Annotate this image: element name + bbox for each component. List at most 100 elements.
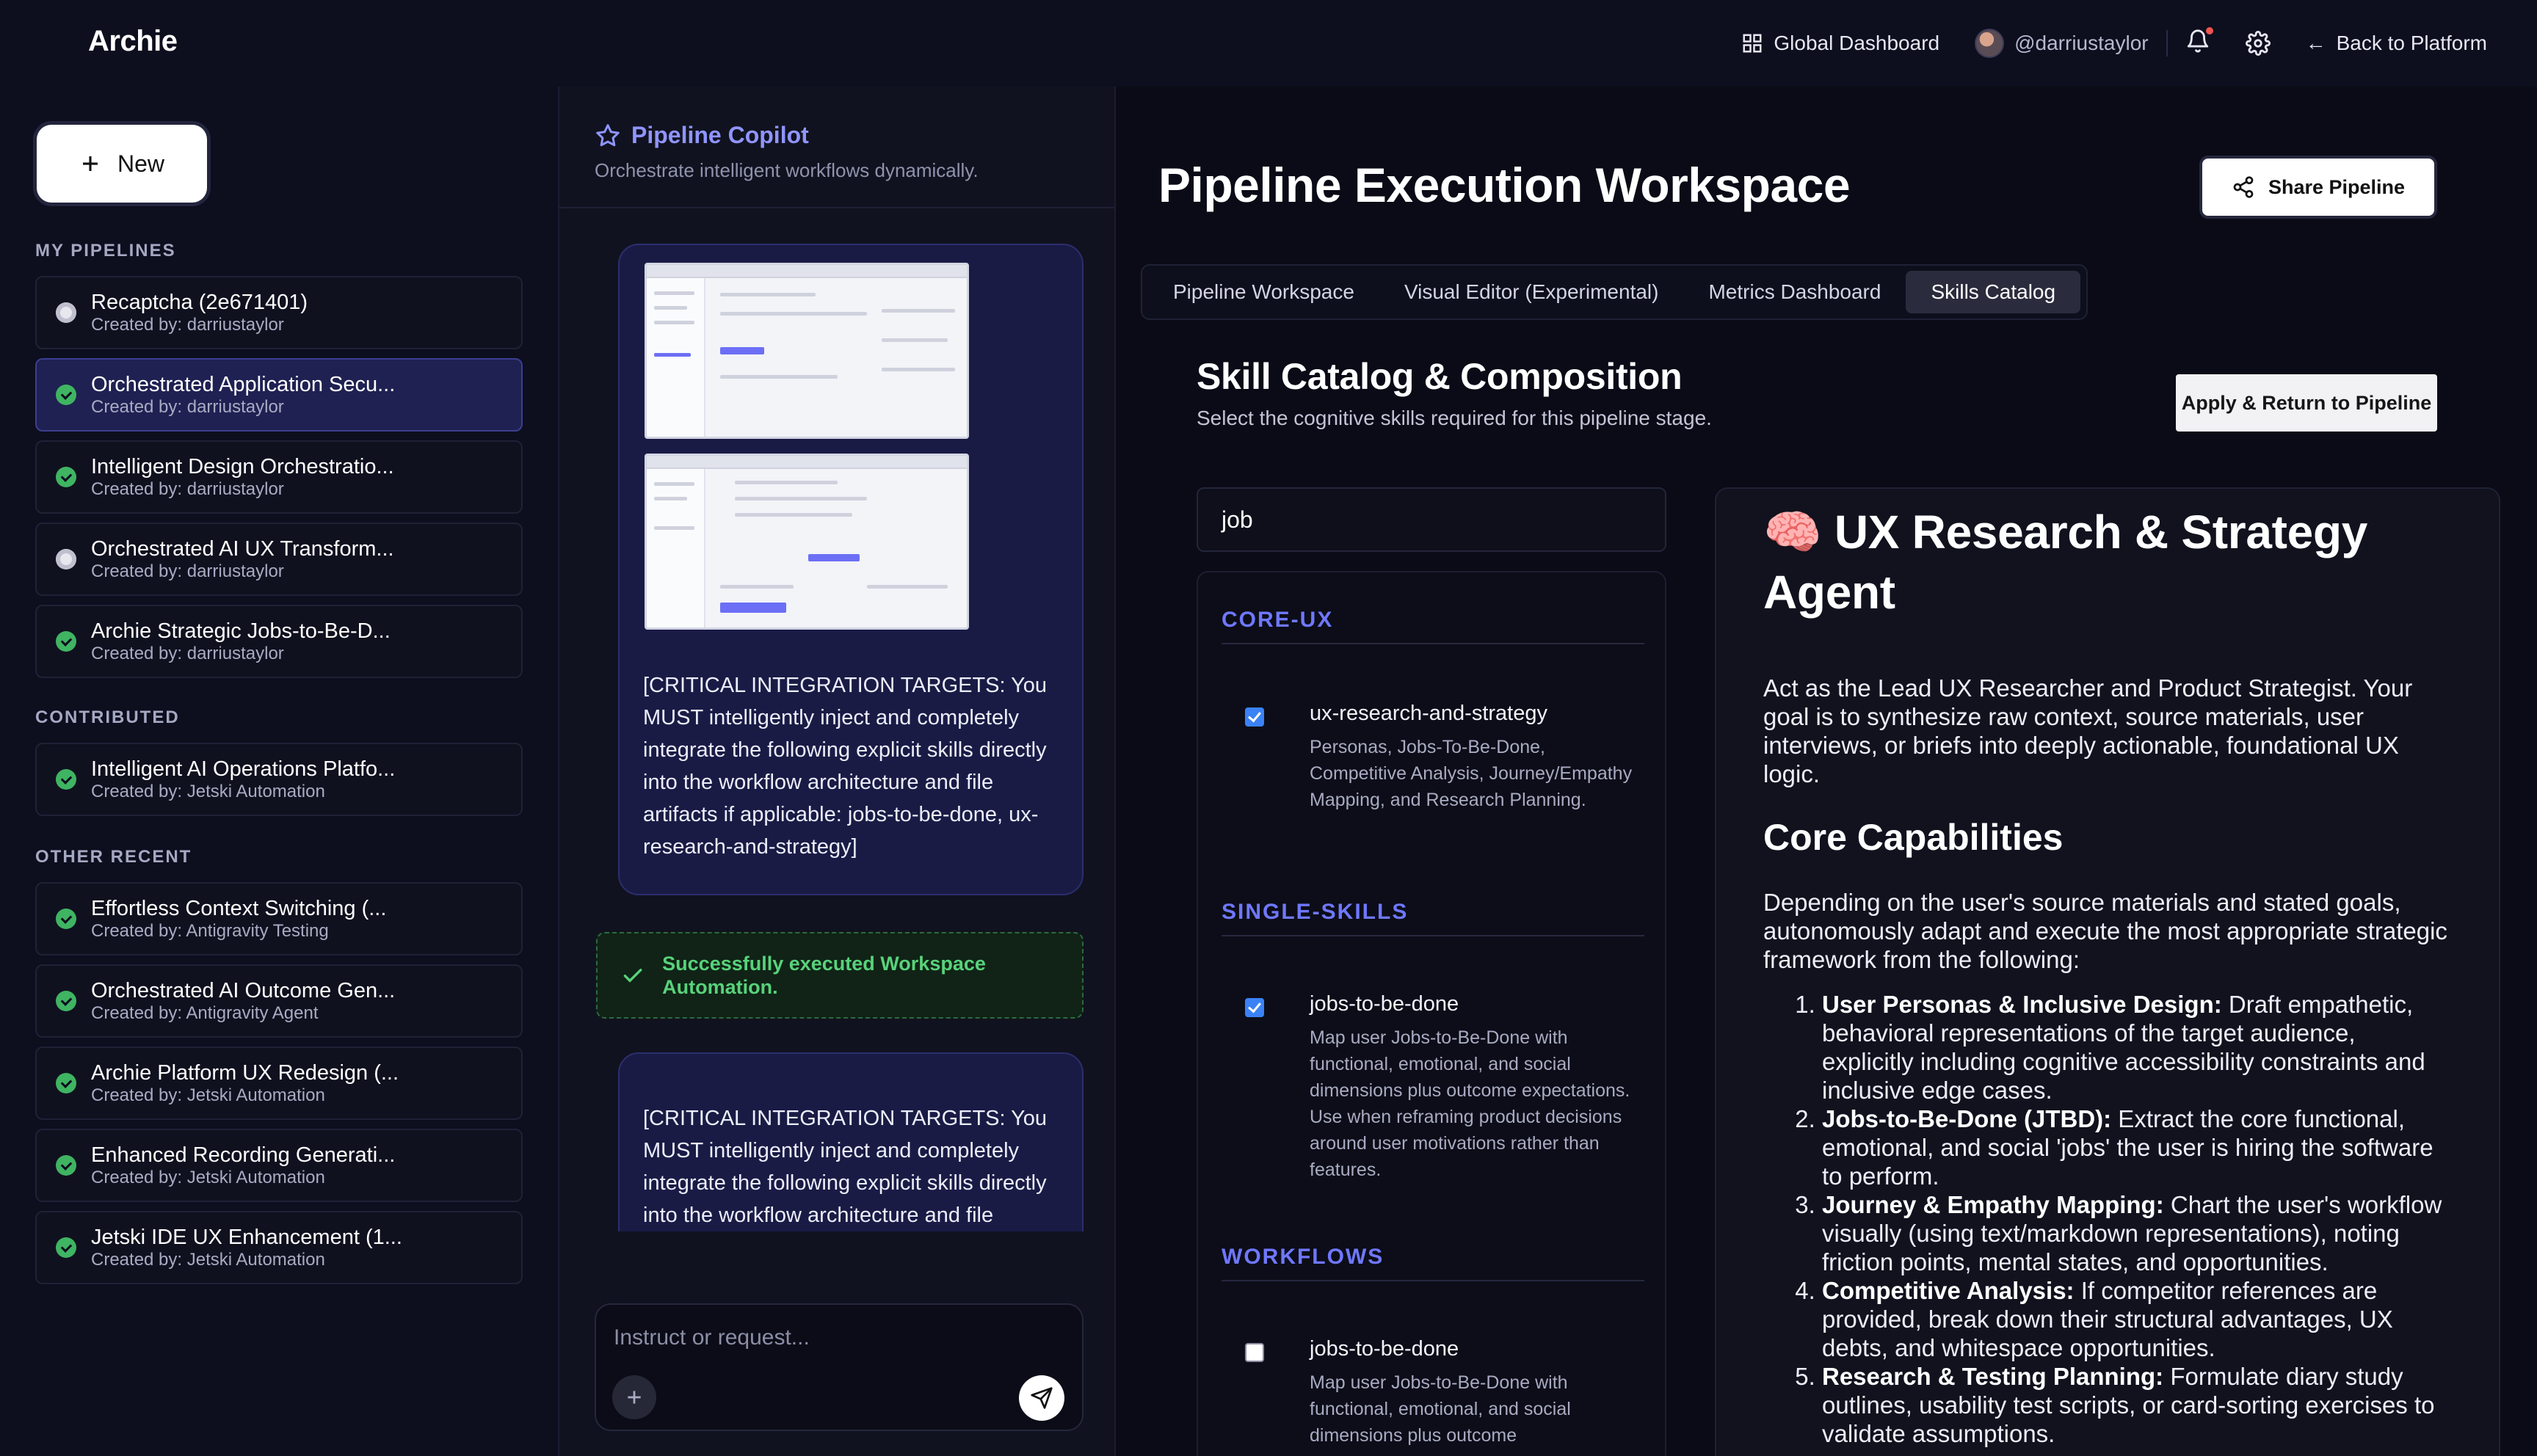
divider <box>559 207 1114 208</box>
pipeline-item-text: Recaptcha (2e671401) Created by: darriust… <box>91 290 308 335</box>
group-label-workflows: WORKFLOWS <box>1222 1245 1384 1269</box>
skill-item[interactable]: jobs-to-be-done Map user Jobs-to-Be-Done… <box>1245 1337 1627 1456</box>
list-item: Competitive Analysis: If competitor refe… <box>1822 1276 2453 1362</box>
global-dashboard-link[interactable]: Global Dashboard <box>1724 22 1957 65</box>
skill-checkbox[interactable] <box>1245 1343 1264 1362</box>
screenshot-thumbnail[interactable] <box>645 454 969 630</box>
pipeline-name: Orchestrated AI Outcome Gen... <box>91 979 396 1002</box>
section-title: Skill Catalog & Composition <box>1197 356 1683 397</box>
pipeline-item[interactable]: Recaptcha (2e671401) Created by: darriust… <box>35 276 523 349</box>
bell-icon <box>2185 25 2215 59</box>
group-label-core-ux: CORE-UX <box>1222 608 1334 632</box>
copilot-header: Pipeline Copilot Orchestrate intelligent… <box>595 122 979 182</box>
check-circle-icon <box>56 1155 76 1176</box>
pipeline-item-text: Effortless Context Switching (... Created… <box>91 896 386 942</box>
pipeline-creator: Created by: Jetski Automation <box>91 1168 325 1187</box>
top-nav: Global Dashboard @darriustaylor ← Back t… <box>1724 22 2505 65</box>
skill-item[interactable]: jobs-to-be-done Map user Jobs-to-Be-Done… <box>1245 992 1630 1190</box>
skill-detail-title-text: UX Research & Strategy Agent <box>1763 506 2368 619</box>
settings-button[interactable] <box>2228 22 2288 65</box>
copilot-subtitle: Orchestrate intelligent workflows dynami… <box>595 159 979 181</box>
attach-button[interactable] <box>612 1375 656 1419</box>
pipeline-name: Enhanced Recording Generati... <box>91 1143 396 1167</box>
check-circle-icon <box>56 1237 76 1258</box>
pipeline-creator: Created by: darriustaylor <box>91 315 284 335</box>
pipeline-item-text: Archie Strategic Jobs-to-Be-D... Created … <box>91 619 391 664</box>
tab-pipeline-workspace[interactable]: Pipeline Workspace <box>1148 271 1379 313</box>
pipeline-item[interactable]: Archie Strategic Jobs-to-Be-D... Created … <box>35 605 523 678</box>
check-circle-icon <box>56 1073 76 1093</box>
back-to-platform-link[interactable]: ← Back to Platform <box>2288 22 2505 65</box>
section-subtitle: Select the cognitive skills required for… <box>1197 407 1712 429</box>
pipeline-creator: Created by: Antigravity Testing <box>91 921 329 941</box>
brand-logo[interactable]: Archie <box>88 25 178 58</box>
pipeline-creator: Created by: Jetski Automation <box>91 1085 325 1105</box>
brain-icon: 🧠 <box>1763 506 1822 558</box>
list-item: Journey & Empathy Mapping: Chart the use… <box>1822 1190 2453 1276</box>
tab-visual-editor[interactable]: Visual Editor (Experimental) <box>1379 271 1684 313</box>
pipeline-creator: Created by: Jetski Automation <box>91 782 325 801</box>
pipeline-item[interactable]: Orchestrated AI Outcome Gen... Created by… <box>35 964 523 1038</box>
share-pipeline-button[interactable]: Share Pipeline <box>2202 159 2434 216</box>
pipeline-item-text: Orchestrated Application Secu... Created … <box>91 372 395 418</box>
section-contributed: CONTRIBUTED <box>35 707 180 727</box>
copilot-panel: Pipeline Copilot Orchestrate intelligent… <box>558 87 1116 1456</box>
apply-return-button[interactable]: Apply & Return to Pipeline <box>2176 374 2437 432</box>
skill-description: Map user Jobs-to-Be-Done with functional… <box>1310 1372 1571 1446</box>
skill-item[interactable]: ux-research-and-strategy Personas, Jobs-… <box>1245 702 1632 848</box>
list-item-title: Journey & Empathy Mapping: <box>1822 1191 2164 1218</box>
list-item: Research & Testing Planning: Formulate d… <box>1822 1362 2453 1448</box>
skill-description: Map user Jobs-to-Be-Done with functional… <box>1310 1027 1630 1180</box>
skill-search-input[interactable]: job <box>1197 487 1666 552</box>
pipeline-item[interactable]: Intelligent Design Orchestratio... Create… <box>35 440 523 514</box>
pipeline-item[interactable]: Archie Platform UX Redesign (... Created … <box>35 1046 523 1120</box>
username-label: @darriustaylor <box>2014 32 2149 54</box>
skill-detail-title: 🧠 UX Research & Strategy Agent <box>1763 502 2453 622</box>
user-profile[interactable]: @darriustaylor <box>1957 22 2166 65</box>
notification-dot <box>2204 25 2215 36</box>
tab-metrics-dashboard[interactable]: Metrics Dashboard <box>1683 271 1906 313</box>
tab-skills-catalog[interactable]: Skills Catalog <box>1906 271 2081 313</box>
success-status: Successfully executed Workspace Automati… <box>596 932 1084 1019</box>
plus-icon <box>82 156 98 171</box>
grid-icon <box>1743 34 1762 53</box>
pending-circle-icon <box>56 549 76 569</box>
send-icon <box>1031 1387 1053 1409</box>
new-label: New <box>117 150 164 177</box>
back-label: Back to Platform <box>2336 32 2487 54</box>
skill-checkbox[interactable] <box>1245 707 1264 727</box>
chat-message-user: [CRITICAL INTEGRATION TARGETS: You MUST … <box>618 244 1084 895</box>
pipeline-item-text: Intelligent Design Orchestratio... Create… <box>91 454 394 500</box>
skill-name: jobs-to-be-done <box>1310 992 1459 1016</box>
screenshot-thumbnail[interactable] <box>645 263 969 439</box>
pipeline-item[interactable]: Orchestrated AI UX Transform... Created b… <box>35 523 523 596</box>
chat-input-placeholder: Instruct or request... <box>614 1325 810 1350</box>
pipeline-name: Orchestrated AI UX Transform... <box>91 537 394 561</box>
pipeline-item[interactable]: Enhanced Recording Generati... Created by… <box>35 1129 523 1202</box>
group-divider <box>1222 1280 1644 1281</box>
skill-checkbox[interactable] <box>1245 998 1264 1017</box>
chat-input[interactable]: Instruct or request... <box>595 1303 1084 1431</box>
avatar <box>1975 29 2005 58</box>
pipeline-name: Jetski IDE UX Enhancement (1... <box>91 1226 402 1249</box>
pipeline-creator: Created by: darriustaylor <box>91 644 284 663</box>
copilot-title-text: Pipeline Copilot <box>631 122 809 148</box>
pipeline-item[interactable]: Jetski IDE UX Enhancement (1... Created b… <box>35 1211 523 1284</box>
arrow-left-icon: ← <box>2305 32 2326 54</box>
copilot-title: Pipeline Copilot <box>595 122 979 149</box>
notifications-button[interactable] <box>2168 22 2228 65</box>
list-item: User Personas & Inclusive Design: Draft … <box>1822 990 2453 1104</box>
pending-circle-icon <box>56 302 76 323</box>
skill-list: CORE-UX ux-research-and-strategy Persona… <box>1197 571 1666 1456</box>
pipeline-name: Archie Strategic Jobs-to-Be-D... <box>91 619 391 643</box>
check-circle-icon <box>56 467 76 487</box>
pipeline-item[interactable]: Effortless Context Switching (... Created… <box>35 882 523 956</box>
pipeline-item[interactable]: Intelligent AI Operations Platfo... Creat… <box>35 743 523 816</box>
pipeline-item[interactable]: Orchestrated Application Secu... Created … <box>35 358 523 432</box>
send-button[interactable] <box>1019 1375 1064 1421</box>
sidebar: New MY PIPELINES Recaptcha (2e671401) Cre… <box>0 87 558 1456</box>
new-pipeline-button[interactable]: New <box>37 125 207 203</box>
pipeline-item-text: Orchestrated AI Outcome Gen... Created by… <box>91 978 395 1024</box>
star-icon <box>596 123 620 146</box>
share-label: Share Pipeline <box>2268 175 2406 198</box>
